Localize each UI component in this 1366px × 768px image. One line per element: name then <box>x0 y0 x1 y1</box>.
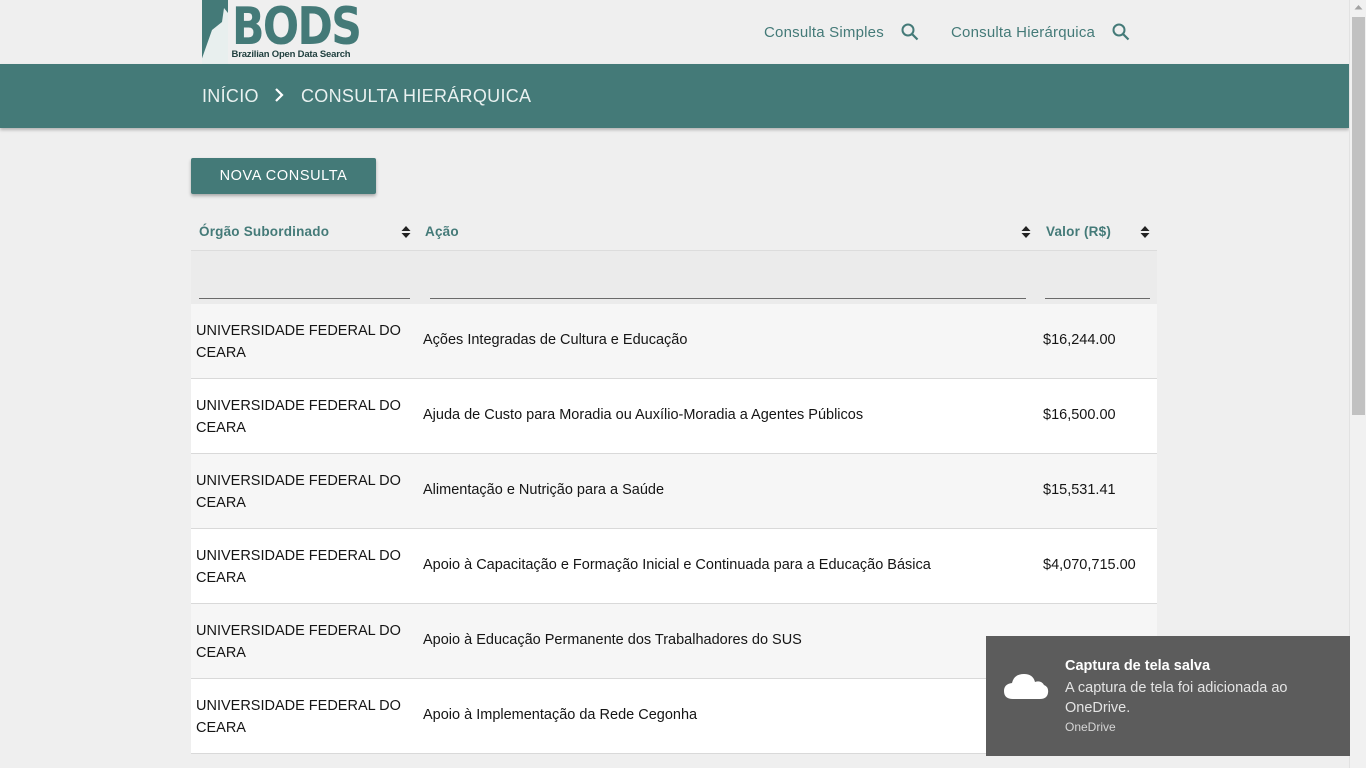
sort-icon[interactable] <box>1140 225 1150 239</box>
scrollbar-thumb[interactable] <box>1352 17 1365 415</box>
nav-consulta-hierarquica[interactable]: Consulta Hierárquica <box>951 20 1130 44</box>
cell-orgao: UNIVERSIDADE FEDERAL DO CEARA <box>196 548 401 586</box>
column-header-valor[interactable]: Valor (R$) <box>1046 224 1111 239</box>
bods-logo[interactable]: BODS Brazilian Open Data Search <box>202 0 388 64</box>
toast-source: OneDrive <box>1065 720 1116 734</box>
table-row[interactable]: UNIVERSIDADE FEDERAL DO CEARA Ações Inte… <box>191 304 1157 379</box>
column-header-acao[interactable]: Ação <box>425 224 459 239</box>
cloud-icon <box>1004 674 1049 699</box>
cell-valor: $16,244.00 <box>1043 332 1116 348</box>
column-header-orgao[interactable]: Órgão Subordinado <box>199 224 329 239</box>
cell-orgao: UNIVERSIDADE FEDERAL DO CEARA <box>196 473 401 511</box>
nova-consulta-button[interactable]: NOVA CONSULTA <box>191 158 376 194</box>
top-header: BODS Brazilian Open Data Search Consulta… <box>0 0 1349 64</box>
filter-orgao-input[interactable] <box>199 281 410 299</box>
cell-acao: Apoio à Educação Permanente dos Trabalha… <box>423 632 802 648</box>
nav-consulta-simples-label: Consulta Simples <box>764 23 884 41</box>
search-icon <box>1112 23 1130 41</box>
breadcrumb-inicio[interactable]: INÍCIO <box>202 86 259 107</box>
cell-valor: $4,070,715.00 <box>1043 557 1136 573</box>
chevron-right-icon <box>275 88 284 102</box>
toast-body: A captura de tela foi adicionada ao OneD… <box>1065 680 1288 716</box>
toast-title: Captura de tela salva <box>1065 658 1211 674</box>
cell-valor: $16,500.00 <box>1043 407 1116 423</box>
cell-acao: Ajuda de Custo para Moradia ou Auxílio-M… <box>423 407 864 423</box>
cell-orgao: UNIVERSIDADE FEDERAL DO CEARA <box>196 323 401 361</box>
cell-acao: Apoio à Capacitação e Formação Inicial e… <box>423 557 931 573</box>
cell-acao: Ações Integradas de Cultura e Educação <box>423 332 688 348</box>
cell-valor: $15,531.41 <box>1043 482 1116 498</box>
cell-orgao: UNIVERSIDADE FEDERAL DO CEARA <box>196 623 401 661</box>
cell-acao: Apoio à Implementação da Rede Cegonha <box>423 707 698 723</box>
onedrive-toast-notification[interactable]: Captura de tela salva A captura de tela … <box>986 636 1350 756</box>
nav-consulta-simples[interactable]: Consulta Simples <box>764 20 919 44</box>
page-scrollbar[interactable] <box>1349 0 1366 768</box>
cell-orgao: UNIVERSIDADE FEDERAL DO CEARA <box>196 698 401 736</box>
goat-logo-icon <box>202 0 228 64</box>
logo-wordmark: BODS <box>231 0 362 57</box>
table-row[interactable]: UNIVERSIDADE FEDERAL DO CEARA Apoio à Ca… <box>191 529 1157 604</box>
breadcrumb-current: CONSULTA HIERÁRQUICA <box>301 86 532 106</box>
sort-icon[interactable] <box>401 225 411 239</box>
search-icon <box>901 23 919 41</box>
nav-consulta-hierarquica-label: Consulta Hierárquica <box>951 23 1096 41</box>
filter-row <box>191 251 1157 304</box>
filter-valor-input[interactable] <box>1045 281 1150 299</box>
scroll-up-arrow-icon[interactable] <box>1354 4 1363 10</box>
table-row[interactable]: UNIVERSIDADE FEDERAL DO CEARA Alimentaçã… <box>191 454 1157 529</box>
cell-orgao: UNIVERSIDADE FEDERAL DO CEARA <box>196 398 401 436</box>
breadcrumb: INÍCIO CONSULTA HIERÁRQUICA <box>0 64 1349 128</box>
cell-acao: Alimentação e Nutrição para a Saúde <box>423 482 665 498</box>
table-header: Órgão Subordinado Ação Valor (R$) <box>191 210 1157 251</box>
table-row[interactable]: UNIVERSIDADE FEDERAL DO CEARA Ajuda de C… <box>191 379 1157 454</box>
filter-acao-input[interactable] <box>430 281 1026 299</box>
sort-icon[interactable] <box>1021 225 1031 239</box>
